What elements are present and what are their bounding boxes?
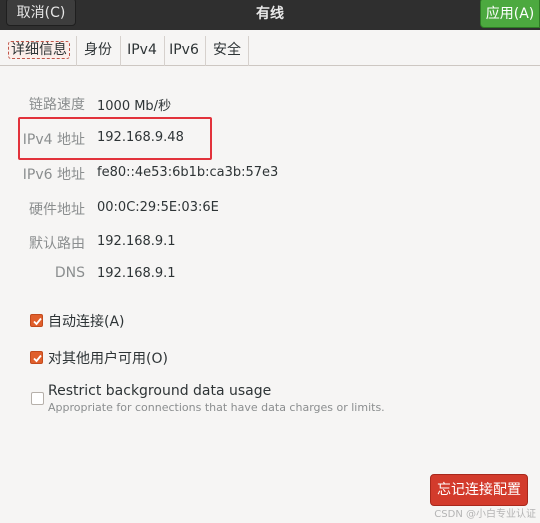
cancel-button[interactable]: 取消(C) (6, 0, 76, 26)
auto-connect-label[interactable]: 自动连接(A) (48, 311, 125, 331)
checkmark-icon (33, 354, 42, 363)
restrict-background-checkbox[interactable] (31, 392, 44, 405)
link-speed-value: 1000 Mb/秒 (97, 99, 172, 114)
tab-details-label: 详细信息 (8, 41, 70, 59)
ipv6-address-value: fe80::4e53:6b1b:ca3b:57e3 (97, 165, 279, 180)
tab-separator (205, 36, 206, 66)
dns-label: DNS (54, 265, 85, 281)
tab-ipv4[interactable]: IPv4 (124, 36, 160, 64)
window-title: 有线 (256, 6, 284, 22)
tab-separator (76, 36, 77, 66)
tab-ipv4-label: IPv4 (127, 42, 157, 58)
available-to-all-checkbox[interactable] (30, 351, 43, 364)
highlight-box (18, 117, 212, 160)
ipv6-address-label: IPv6 地址 (22, 167, 85, 183)
link-speed-label: 链路速度 (29, 97, 85, 113)
tab-identity-label: 身份 (84, 42, 112, 58)
restrict-background-description: Appropriate for connections that have da… (48, 401, 385, 414)
default-route-value: 192.168.9.1 (97, 234, 176, 249)
tab-bar: 详细信息 身份 IPv4 IPv6 安全 (0, 30, 540, 66)
tab-ipv6-label: IPv6 (169, 42, 199, 58)
hardware-address-value: 00:0C:29:5E:03:6E (97, 200, 219, 215)
tab-ipv6[interactable]: IPv6 (166, 36, 202, 64)
checkmark-icon (33, 317, 42, 326)
tab-details[interactable]: 详细信息 (6, 36, 72, 64)
dns-value: 192.168.9.1 (97, 266, 176, 281)
apply-button[interactable]: 应用(A) (480, 0, 540, 28)
restrict-background-label[interactable]: Restrict background data usage (48, 383, 271, 399)
tab-security[interactable]: 安全 (209, 36, 245, 64)
tab-identity[interactable]: 身份 (80, 36, 116, 64)
tab-separator (248, 36, 249, 66)
watermark: CSDN @小白专业认证 (434, 509, 536, 520)
tab-security-label: 安全 (213, 42, 241, 58)
header-bar: 取消(C) 有线 应用(A) (0, 0, 540, 31)
hardware-address-label: 硬件地址 (29, 202, 85, 218)
forget-connection-button[interactable]: 忘记连接配置 (430, 474, 528, 506)
tab-separator (164, 36, 165, 66)
default-route-label: 默认路由 (29, 236, 85, 252)
tab-separator (120, 36, 121, 66)
available-to-all-label[interactable]: 对其他用户可用(O) (48, 348, 168, 368)
auto-connect-checkbox[interactable] (30, 314, 43, 327)
